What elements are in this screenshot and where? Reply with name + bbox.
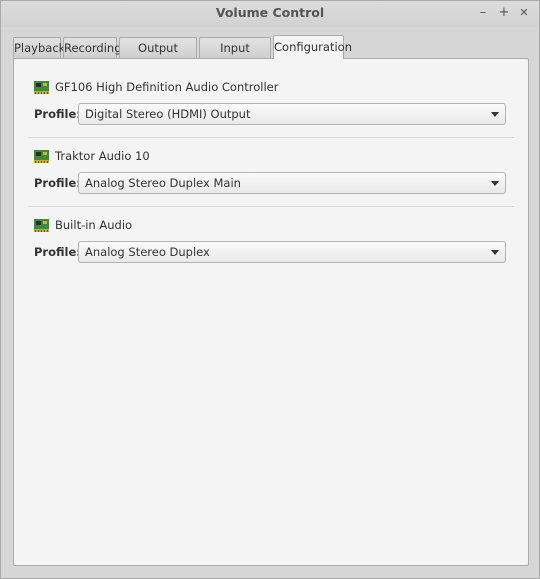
- configuration-panel: GF106 High Definition Audio Controller P…: [13, 58, 529, 566]
- profile-dropdown-value: Analog Stereo Duplex Main: [85, 176, 241, 190]
- title-bar[interactable]: Volume Control – + ✕: [1, 1, 539, 27]
- volume-control-window: Volume Control – + ✕ Playback Recording …: [0, 0, 540, 579]
- profile-dropdown[interactable]: Analog Stereo Duplex Main: [78, 172, 506, 194]
- profile-label: Profile:: [34, 176, 81, 190]
- dropdown-arrow-icon: [491, 181, 499, 186]
- device-name: Traktor Audio 10: [55, 149, 150, 163]
- maximize-button[interactable]: +: [496, 4, 512, 22]
- profile-label: Profile:: [34, 107, 81, 121]
- profile-dropdown[interactable]: Analog Stereo Duplex: [78, 241, 506, 263]
- close-button[interactable]: ✕: [516, 4, 532, 22]
- profile-dropdown-value: Digital Stereo (HDMI) Output: [85, 107, 251, 121]
- tab-configuration[interactable]: Configuration: [273, 35, 352, 59]
- device-name: Built-in Audio: [55, 218, 133, 232]
- section-divider: [28, 137, 514, 138]
- sound-card-icon: [34, 81, 49, 94]
- profile-dropdown[interactable]: Digital Stereo (HDMI) Output: [78, 103, 506, 125]
- sound-card-icon: [34, 150, 49, 163]
- profile-label: Profile:: [34, 245, 81, 259]
- tab-output-devices[interactable]: Output Devices: [119, 37, 197, 75]
- dropdown-arrow-icon: [491, 112, 499, 117]
- tab-recording[interactable]: Recording: [63, 37, 122, 58]
- device-name: GF106 High Definition Audio Controller: [55, 80, 279, 94]
- section-divider: [28, 206, 514, 207]
- minimize-button[interactable]: –: [475, 4, 491, 22]
- tab-input-devices[interactable]: Input Devices: [199, 37, 271, 75]
- profile-dropdown-value: Analog Stereo Duplex: [85, 245, 210, 259]
- window-title: Volume Control: [215, 5, 325, 20]
- sound-card-icon: [34, 219, 49, 232]
- dropdown-arrow-icon: [491, 250, 499, 255]
- tab-playback[interactable]: Playback: [13, 37, 65, 58]
